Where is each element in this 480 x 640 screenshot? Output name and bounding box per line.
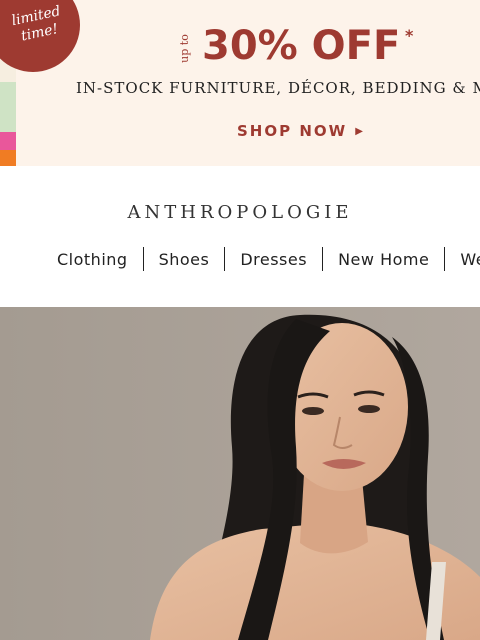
promo-banner[interactable]: limited time! up to 30% OFF * IN-STOCK F… (0, 0, 480, 166)
stripe-pink (0, 132, 16, 150)
nav-item-dresses[interactable]: Dresses (240, 250, 307, 269)
promo-asterisk: * (405, 26, 414, 45)
stripe-green (0, 82, 16, 132)
nav-divider (224, 247, 226, 271)
nav-divider (444, 247, 446, 271)
nav-item-clothing[interactable]: Clothing (57, 250, 128, 269)
promo-subline: IN-STOCK FURNITURE, DÉCOR, BEDDING & M (76, 79, 480, 97)
shop-now-link[interactable]: SHOP NOW ▶ (237, 122, 363, 140)
triangle-right-icon: ▶ (355, 125, 363, 137)
shop-now-label: SHOP NOW (237, 122, 348, 140)
nav-divider (322, 247, 324, 271)
hero-image[interactable] (0, 307, 480, 640)
nav-item-shoes[interactable]: Shoes (159, 250, 210, 269)
up-to-text: up to (177, 34, 191, 63)
nav-item-we[interactable]: We (460, 250, 480, 269)
model-portrait (0, 307, 480, 640)
promo-headline: 30% OFF (202, 23, 401, 69)
brand-logo[interactable]: ANTHROPOLOGIE (0, 202, 480, 223)
limited-time-badge: limited time! (0, 0, 80, 72)
stripe-orange (0, 150, 16, 166)
category-nav: Clothing Shoes Dresses New Home We (57, 247, 480, 271)
nav-divider (142, 247, 144, 271)
nav-item-new-home[interactable]: New Home (338, 250, 429, 269)
up-to-label: up to (178, 30, 200, 66)
badge-text: limited time! (10, 3, 63, 45)
